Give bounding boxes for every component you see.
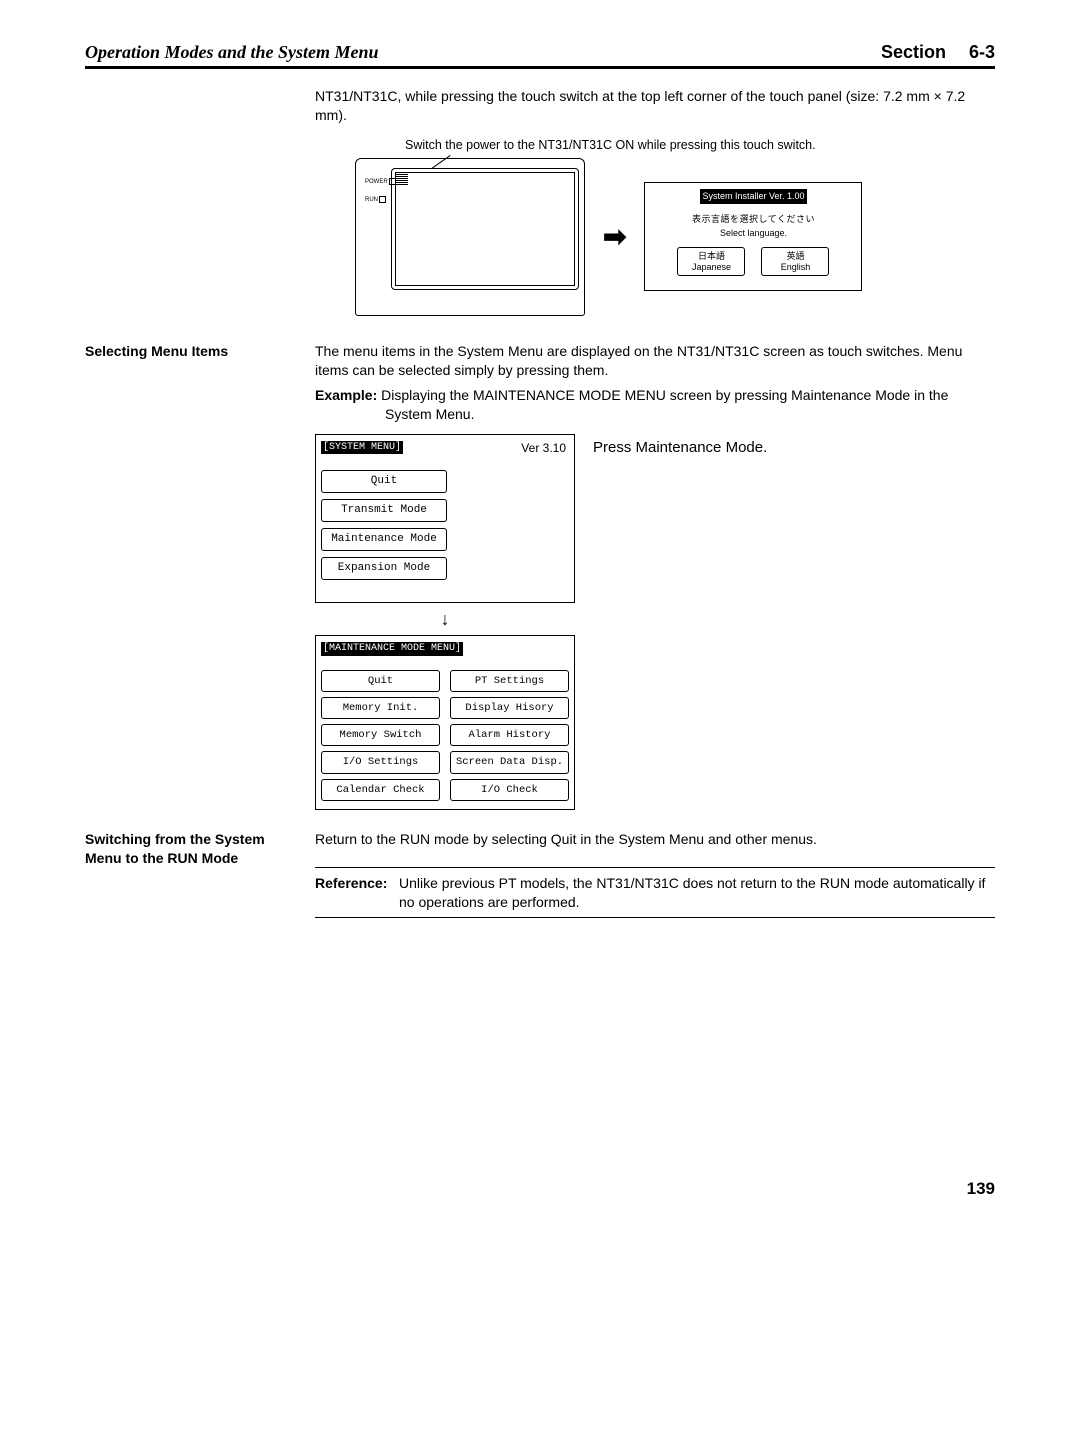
system-menu-panel: [SYSTEM MENU] Ver 3.10 Quit Transmit Mod… [315,434,575,603]
menu-item-maintenance-mode[interactable]: Maintenance Mode [321,528,447,551]
example-line: Example: Displaying the MAINTENANCE MODE… [315,386,995,424]
menu-item-quit[interactable]: Quit [321,470,447,493]
page-header: Operation Modes and the System Menu Sect… [85,40,995,69]
section-word: Section [881,42,946,62]
maint-item-quit[interactable]: Quit [321,670,440,692]
maint-item-io-settings[interactable]: I/O Settings [321,751,440,773]
down-arrow-icon: ↓ [315,607,575,631]
maint-item-io-check[interactable]: I/O Check [450,779,569,801]
maint-item-calendar-check[interactable]: Calendar Check [321,779,440,801]
lang-button-japanese[interactable]: 日本語 Japanese [677,247,745,277]
menu-item-expansion-mode[interactable]: Expansion Mode [321,557,447,580]
reference-text: Unlike previous PT models, the NT31/NT31… [399,874,995,912]
lang-button-english[interactable]: 英語 English [761,247,829,277]
installer-title: System Installer Ver. 1.00 [700,189,806,203]
lang-en-top: 英語 [764,251,826,262]
maint-item-screen-data-disp[interactable]: Screen Data Disp. [450,751,569,773]
figure-caption: Switch the power to the NT31/NT31C ON wh… [405,137,995,154]
maint-item-pt-settings[interactable]: PT Settings [450,670,569,692]
example-text: Displaying the MAINTENANCE MODE MENU scr… [381,387,948,422]
press-maintenance-note: Press Maintenance Mode. [593,434,767,458]
touchpanel-illustration: POWER RUN [355,158,585,316]
switching-paragraph: Return to the RUN mode by selecting Quit… [315,830,995,849]
section-number: 6-3 [969,40,995,64]
maint-item-memory-init[interactable]: Memory Init. [321,697,440,719]
side-heading-switching: Switching from the System Menu to the RU… [85,830,315,868]
side-heading-selecting: Selecting Menu Items [85,342,315,361]
installer-en-line: Select language. [651,227,855,239]
maint-item-memory-switch[interactable]: Memory Switch [321,724,440,746]
reference-block: Reference: Unlike previous PT models, th… [315,867,995,919]
maint-menu-title: [MAINTENANCE MODE MENU] [321,642,463,656]
selecting-paragraph: The menu items in the System Menu are di… [315,342,995,380]
header-title: Operation Modes and the System Menu [85,40,379,64]
right-arrow-icon: ➡ [603,218,626,256]
intro-paragraph: NT31/NT31C, while pressing the touch swi… [315,87,995,125]
header-section: Section 6-3 [881,40,995,64]
figure-touchpanel-row: POWER RUN ➡ System Installer Ver. 1.00 表… [355,158,995,316]
lang-jp-top: 日本語 [680,251,742,262]
system-menu-version: Ver 3.10 [521,440,566,456]
page-number: 139 [85,1178,995,1201]
lang-jp-bot: Japanese [680,262,742,273]
maint-item-alarm-history[interactable]: Alarm History [450,724,569,746]
touch-switch-corner [396,173,408,185]
led-power: POWER [365,178,396,185]
reference-label: Reference: [315,874,399,893]
maintenance-mode-menu-panel: [MAINTENANCE MODE MENU] Quit PT Settings… [315,635,575,810]
example-label: Example: [315,387,377,403]
led-run: RUN [365,196,386,203]
menu-item-transmit-mode[interactable]: Transmit Mode [321,499,447,522]
system-menu-title: [SYSTEM MENU] [321,441,403,455]
installer-jp-line: 表示言語を選択してください [651,213,855,225]
lang-en-bot: English [764,262,826,273]
system-installer-panel: System Installer Ver. 1.00 表示言語を選択してください… [644,182,862,291]
maint-item-display-history[interactable]: Display Hisory [450,697,569,719]
